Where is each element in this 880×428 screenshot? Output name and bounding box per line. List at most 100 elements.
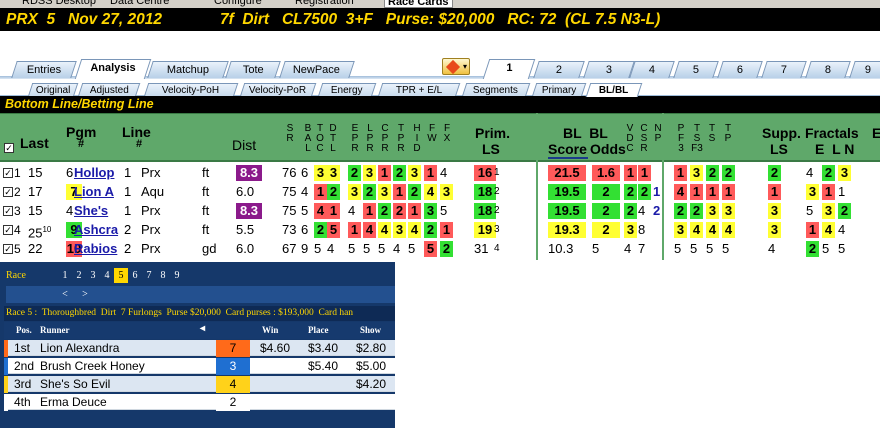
col-fractals: Fractals bbox=[805, 125, 859, 141]
row-checkbox[interactable]: ✓ bbox=[3, 168, 13, 178]
tab-original[interactable]: Original bbox=[27, 83, 79, 97]
tab-race-cards[interactable]: Race Cards bbox=[384, 0, 453, 8]
row-checkbox[interactable]: ✓ bbox=[3, 206, 13, 216]
horse-name[interactable]: She's bbox=[74, 202, 108, 220]
ts: 4 bbox=[706, 222, 719, 238]
tab-data-centre[interactable]: Data Centre bbox=[110, 0, 169, 8]
tab-segments[interactable]: Segments bbox=[461, 83, 531, 97]
tab-newpace[interactable]: NewPace bbox=[279, 61, 355, 78]
horse-name[interactable]: Hollop bbox=[74, 164, 114, 182]
dtl: 2 bbox=[327, 184, 340, 200]
tab-race-8[interactable]: 8 bbox=[805, 61, 851, 78]
csr: 2 bbox=[638, 184, 651, 200]
tab-bl-bl[interactable]: BL/BL bbox=[585, 83, 643, 97]
csr: 7 bbox=[638, 241, 646, 256]
tab-rdss-desktop[interactable]: RDSS Desktop bbox=[22, 0, 96, 8]
alert-dropdown-button[interactable]: ▾ bbox=[442, 58, 470, 75]
horse-name[interactable]: Lion A bbox=[74, 183, 114, 201]
race-2-link[interactable]: 2 bbox=[72, 268, 86, 283]
race-1-link[interactable]: 1 bbox=[58, 268, 72, 283]
app-tabbar: RDSS Desktop Data Centre Configure Regis… bbox=[0, 0, 880, 8]
chevron-down-icon: ▾ bbox=[462, 62, 467, 71]
surface: ft bbox=[202, 165, 210, 180]
horse-name[interactable]: Ashcra bbox=[74, 221, 118, 239]
race-3-link[interactable]: 3 bbox=[86, 268, 100, 283]
ts: 3 bbox=[706, 203, 719, 219]
fw: 1 bbox=[424, 165, 437, 181]
tab-analysis[interactable]: Analysis bbox=[74, 59, 152, 79]
race-7-link[interactable]: 7 bbox=[142, 268, 156, 283]
race-8-link[interactable]: 8 bbox=[156, 268, 170, 283]
race-9-link[interactable]: 9 bbox=[170, 268, 184, 283]
runner-name: She's So Evil bbox=[40, 377, 111, 391]
tab-adjusted[interactable]: Adjusted bbox=[77, 83, 141, 97]
results-panel: Race 123456789 < > Race 5 : Thoroughbred… bbox=[0, 262, 395, 428]
col-ts: TS bbox=[708, 123, 716, 144]
tab-velocity-poh[interactable]: Velocity-PoH bbox=[143, 83, 239, 97]
table-row[interactable]: ✓ 2 17 7 Lion A 1 Aqu ft 6.0 75 4 1 2 3 2 3 1 2 4 3 18 2 19.5 2… bbox=[0, 183, 880, 201]
tab-tpr-el[interactable]: TPR + E/L bbox=[377, 83, 461, 97]
tab-race-2[interactable]: 2 bbox=[533, 61, 585, 78]
supp-ls: 2 bbox=[768, 165, 781, 181]
pf3: 3 bbox=[674, 222, 687, 238]
row-checkbox[interactable]: ✓ bbox=[3, 225, 13, 235]
tab-entries[interactable]: Entries bbox=[11, 61, 77, 78]
runner-pgm: 3 bbox=[216, 358, 250, 375]
results-header: Pos. Runner ◂ Win Place Show bbox=[4, 322, 395, 339]
table-row[interactable]: ✓ 1 15 6 Hollop 1 Prx ft 8.3 76 6 3 3 2 3 1 2 3 1 4 16 1 21.5 1… bbox=[0, 164, 880, 182]
distance: 8.3 bbox=[236, 165, 262, 181]
tab-race-6[interactable]: 6 bbox=[717, 61, 763, 78]
sort-arrow-icon[interactable]: ◂ bbox=[200, 323, 205, 334]
warning-icon bbox=[445, 59, 461, 75]
pgm: 4 bbox=[66, 203, 74, 218]
row-checkbox[interactable]: ✓ bbox=[3, 244, 13, 254]
next-button[interactable]: > bbox=[78, 287, 92, 302]
supp-ls: 3 bbox=[768, 203, 781, 219]
table-row[interactable]: ✓ 4 2510 9 Ashcra 2 Prx ft 5.5 73 6 2 5 1 4 4 3 4 2 1 19 3 19.… bbox=[0, 221, 880, 240]
surface: ft bbox=[202, 222, 210, 237]
place-payout: $3.40 bbox=[308, 341, 339, 355]
toc: 3 bbox=[314, 165, 327, 181]
table-row[interactable]: ✓ 3 15 4 She's 1 Prx ft 8.3 75 5 4 1 4 1 2 2 1 3 5 18 2 19.5 2 2… bbox=[0, 202, 880, 220]
tab-race-3[interactable]: 3 bbox=[583, 61, 635, 78]
row-checkbox[interactable]: ✓ bbox=[3, 187, 13, 197]
tab-race-1[interactable]: 1 bbox=[482, 59, 536, 79]
tsf3: 1 bbox=[690, 184, 703, 200]
tab-registration[interactable]: Registration bbox=[295, 0, 354, 8]
fractal-e: 1 bbox=[806, 222, 819, 238]
show-payout: $4.20 bbox=[356, 377, 387, 391]
horse-name[interactable]: Rabios bbox=[74, 240, 117, 258]
hid: 4 bbox=[408, 222, 421, 238]
tab-configure[interactable]: Configure bbox=[214, 0, 262, 8]
csr: 4 bbox=[638, 203, 646, 218]
section-title: Bottom Line/Betting Line bbox=[0, 96, 880, 113]
pgm: 6 bbox=[66, 165, 74, 180]
tab-energy[interactable]: Energy bbox=[317, 83, 377, 97]
race-6-link[interactable]: 6 bbox=[128, 268, 142, 283]
tab-matchup[interactable]: Matchup bbox=[147, 61, 229, 78]
race-4-link[interactable]: 4 bbox=[100, 268, 114, 283]
col-hi: HID bbox=[413, 123, 421, 154]
tab-primary[interactable]: Primary bbox=[531, 83, 587, 97]
fx: 2 bbox=[440, 241, 453, 257]
race-header: PRX 5 Nov 27, 2012 7f Dirt CL7500 3+F Pur… bbox=[0, 8, 880, 31]
tpr: 1 bbox=[393, 184, 406, 200]
tab-race-9[interactable]: 9 bbox=[849, 61, 880, 78]
bal: 9 bbox=[301, 241, 309, 256]
race-5-link[interactable]: 5 bbox=[114, 268, 128, 283]
pf3: 1 bbox=[674, 165, 687, 181]
col-fx: FX bbox=[443, 123, 451, 144]
tab-tote[interactable]: Tote bbox=[225, 61, 281, 78]
tab-race-5[interactable]: 5 bbox=[673, 61, 719, 78]
result-pos: 4th bbox=[14, 395, 31, 409]
select-all-checkbox[interactable]: ✓ bbox=[4, 143, 14, 153]
tab-race-7[interactable]: 7 bbox=[761, 61, 807, 78]
prev-button[interactable]: < bbox=[58, 287, 72, 302]
table-row[interactable]: ✓ 5 22 10 Rabios 2 Prx gd 6.0 67 9 5 4 5 5 5 4 5 5 2 31 4 10.3… bbox=[0, 240, 880, 258]
tab-race-4[interactable]: 4 bbox=[629, 61, 675, 78]
lpr: 2 bbox=[363, 184, 376, 200]
surface: gd bbox=[202, 241, 217, 256]
toc: 5 bbox=[314, 241, 322, 256]
tab-velocity-por[interactable]: Velocity-PoR bbox=[239, 83, 317, 97]
bl-score: 10.3 bbox=[548, 241, 574, 256]
